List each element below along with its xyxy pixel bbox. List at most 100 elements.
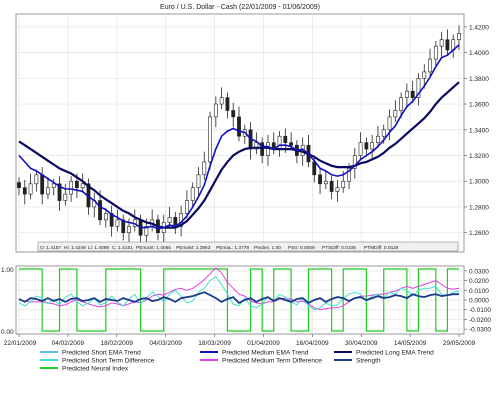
y-tick-label: 1.4000 — [469, 50, 489, 57]
candle-body — [237, 116, 241, 137]
candle-body — [202, 161, 207, 176]
x-tick-label: 18/02/2009 — [101, 340, 134, 347]
candle-body — [445, 39, 450, 51]
candle-body — [34, 174, 39, 185]
legend-label: Predicted Long EMA Trend — [356, 349, 434, 356]
candle-body — [22, 187, 27, 195]
candle-body — [231, 110, 236, 118]
candle-body — [196, 174, 201, 188]
candle-body — [283, 135, 288, 143]
candle-body — [46, 187, 50, 195]
candle-body — [376, 135, 380, 143]
y-tick-label: -0.0300 — [469, 327, 491, 334]
candle-body — [213, 103, 218, 118]
candle-body — [370, 142, 375, 150]
y-tick-label: 1.3400 — [469, 127, 489, 134]
candle-body — [184, 200, 189, 214]
readout-item: PIndex: 1.00 — [254, 245, 281, 251]
x-tick-label: 14/05/2009 — [394, 340, 427, 347]
x-tick-label: 18/03/2009 — [198, 340, 231, 347]
readout-item: PEmaSt: 1.4085 — [136, 245, 171, 251]
candle-body — [190, 187, 195, 201]
candle-body — [103, 213, 108, 221]
price-axis: 1.2600 1.2800 1.3000 1.3200 1.3400 1.3600 1.38… — [464, 24, 489, 237]
y-tick-label: 1.4200 — [469, 24, 489, 31]
y-tick-label: 0.0300 — [469, 268, 489, 275]
legend: Predicted Short EMA TrendPredicted Short… — [40, 349, 434, 372]
candle-body — [399, 97, 404, 111]
candle-body — [225, 97, 230, 111]
candle-body — [428, 58, 432, 73]
x-tick-label: 16/04/2009 — [296, 340, 329, 347]
readout-item: PEmaL: 1.3779 — [216, 245, 249, 251]
readout-item: C: 1.4151 — [112, 245, 133, 251]
candle-body — [341, 180, 346, 188]
candle-body — [219, 97, 224, 105]
candle-body — [277, 135, 282, 150]
y-tick-label: 1.2600 — [469, 230, 489, 237]
legend-label: Predicted Medium EMA Trend — [222, 349, 309, 356]
readout-item: PTMDiff: 0.0119 — [364, 245, 399, 251]
legend-label: Predicted Neural Index — [62, 365, 129, 372]
candle-body — [358, 142, 363, 156]
readout-item: Hi: 1.4246 — [64, 245, 86, 251]
candle-body — [69, 180, 74, 195]
readout-item: O: 1.4157 — [40, 245, 61, 251]
candle-body — [80, 183, 85, 188]
y-tick-label: 1.3200 — [469, 153, 489, 160]
y-tick-label: 0.0000 — [469, 298, 489, 305]
y-tick-label: 1.3000 — [469, 179, 489, 186]
candle-body — [17, 182, 21, 188]
y-tick-label: -0.0100 — [469, 307, 491, 314]
x-tick-label: 29/05/2009 — [443, 340, 476, 347]
candle-body — [208, 116, 212, 163]
legend-label: Predicted Medium Term Difference — [222, 357, 322, 364]
left-axis-label: 0.00 — [1, 329, 14, 336]
candle-body — [167, 216, 172, 223]
date-axis: 22/01/2009 04/02/2009 18/02/2009 04/03/2009… — [4, 334, 476, 347]
candle-body — [422, 71, 427, 79]
readout-item: PTSDiff: 0.0108 — [322, 245, 356, 251]
y-tick-label: 1.2800 — [469, 204, 489, 211]
candle-body — [74, 180, 79, 188]
legend-label: Predicted Short EMA Trend — [62, 349, 141, 356]
candle-body — [289, 142, 294, 146]
y-tick-label: 0.0200 — [469, 278, 489, 285]
candle-body — [433, 45, 438, 60]
candle-body — [439, 39, 444, 47]
candle-body — [381, 129, 386, 137]
readout-item: Li: 1.4098 — [88, 245, 109, 251]
candle-body — [457, 32, 461, 41]
legend-label: Predicted Short Term Difference — [62, 357, 155, 364]
candle-body — [393, 110, 398, 118]
y-tick-label: 1.3600 — [469, 102, 489, 109]
candle-body — [387, 116, 392, 131]
candle-body — [410, 90, 415, 98]
candle-body — [98, 200, 102, 221]
y-tick-label: 0.0100 — [469, 288, 489, 295]
euro-dollar-chart: Euro / U.S. Dollar - Cash (22/01/2009 - … — [1, 4, 491, 372]
x-tick-label: 22/01/2009 — [4, 340, 37, 347]
candle-body — [335, 187, 340, 192]
candle-body — [323, 180, 328, 185]
candle-body — [51, 183, 56, 188]
readout-item: PEmaM: 1.3963 — [176, 245, 211, 251]
candle-body — [312, 161, 317, 176]
candle-body — [40, 174, 45, 195]
candle-body — [115, 219, 120, 227]
x-tick-label: 30/04/2009 — [345, 340, 378, 347]
chart-title: Euro / U.S. Dollar - Cash (22/01/2009 - … — [160, 4, 320, 11]
candle-body — [329, 180, 334, 192]
legend-label: Strength — [356, 357, 381, 364]
candle-body — [63, 193, 68, 201]
ohlc-readout: O: 1.4157 Hi: 1.4246 Li: 1.4098 C: 1.4151 PE… — [37, 241, 459, 252]
readout-item: PStr: 0.0059 — [288, 245, 315, 251]
x-tick-label: 04/03/2009 — [149, 340, 182, 347]
y-tick-label: 1.3800 — [469, 76, 489, 83]
y-tick-label: -0.0200 — [469, 317, 491, 324]
candle-body — [127, 225, 131, 234]
x-tick-label: 04/02/2009 — [52, 340, 85, 347]
candle-body — [404, 90, 409, 98]
left-axis-label: 1.00 — [1, 267, 14, 274]
x-tick-label: 01/04/2009 — [247, 340, 280, 347]
